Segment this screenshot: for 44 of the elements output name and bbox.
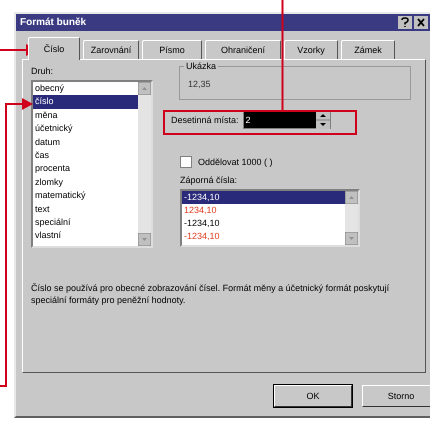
list-item[interactable]: účetnický [33,122,138,136]
description-text: Číslo se používá pro obecné zobrazování čísel. Formát měny a účetnický formát poskytují speciální formáty pro peněžní hodnoty. [31,282,390,306]
list-item[interactable]: vlastní [33,229,138,243]
checkbox-label: Oddělovat 1000 ( ) [198,157,273,167]
negative-label: Záporná čísla: [180,175,238,185]
list-item[interactable]: obecný [33,82,138,96]
group-label: Ukázka [184,61,218,71]
scroll-down-icon[interactable] [138,233,151,246]
checkbox[interactable] [180,156,192,168]
list-item[interactable]: text [33,202,138,216]
tab[interactable]: Číslo [28,37,80,60]
window-title: Formát buněk [20,17,88,28]
decimals-spinner[interactable]: 2 [242,111,331,129]
tab[interactable]: Zámek [341,40,395,59]
scroll-up-icon[interactable] [138,82,151,95]
negative-list[interactable]: -1234,10 1234,10 -1234,10 -1234,10 [180,189,360,247]
list-item[interactable]: datum [33,136,138,149]
list-item[interactable]: zlomky [33,176,138,190]
list-item[interactable]: -1234,10 [182,230,345,243]
scrollbar[interactable] [345,191,358,245]
list-item[interactable]: -1234,10 [182,191,345,204]
scrollbar[interactable] [138,82,151,246]
tab[interactable]: Písmo [142,40,202,59]
dialog-button[interactable]: OK [274,385,352,407]
decimals-label: Desetinná místa: [171,115,239,125]
sample-value: 12,35 [188,79,211,89]
list-item[interactable]: -1234,10 [182,217,345,230]
list-item[interactable]: měna [33,108,138,122]
tab[interactable]: Ohraničení [205,40,281,59]
list-item[interactable]: matematický [33,189,138,203]
category-list[interactable]: obecný číslo měna účetnický datum čas procenta zlomky matematický text speciální vlastní [31,80,153,248]
scroll-up-icon[interactable] [345,191,358,204]
scroll-down-icon[interactable] [345,232,358,245]
list-item[interactable]: čas [33,148,138,162]
list-item[interactable]: 1234,10 [182,204,345,217]
category-label: Druh: [31,66,54,76]
tab[interactable]: Vzorky [284,40,338,59]
help-button[interactable] [398,16,412,29]
tab[interactable]: Zarovnání [83,40,139,59]
list-item[interactable]: speciální [33,216,138,230]
dialog-button[interactable]: Storno [362,385,430,407]
list-item[interactable]: číslo [33,95,138,109]
list-item[interactable]: procenta [33,162,138,176]
close-button[interactable] [414,16,428,29]
